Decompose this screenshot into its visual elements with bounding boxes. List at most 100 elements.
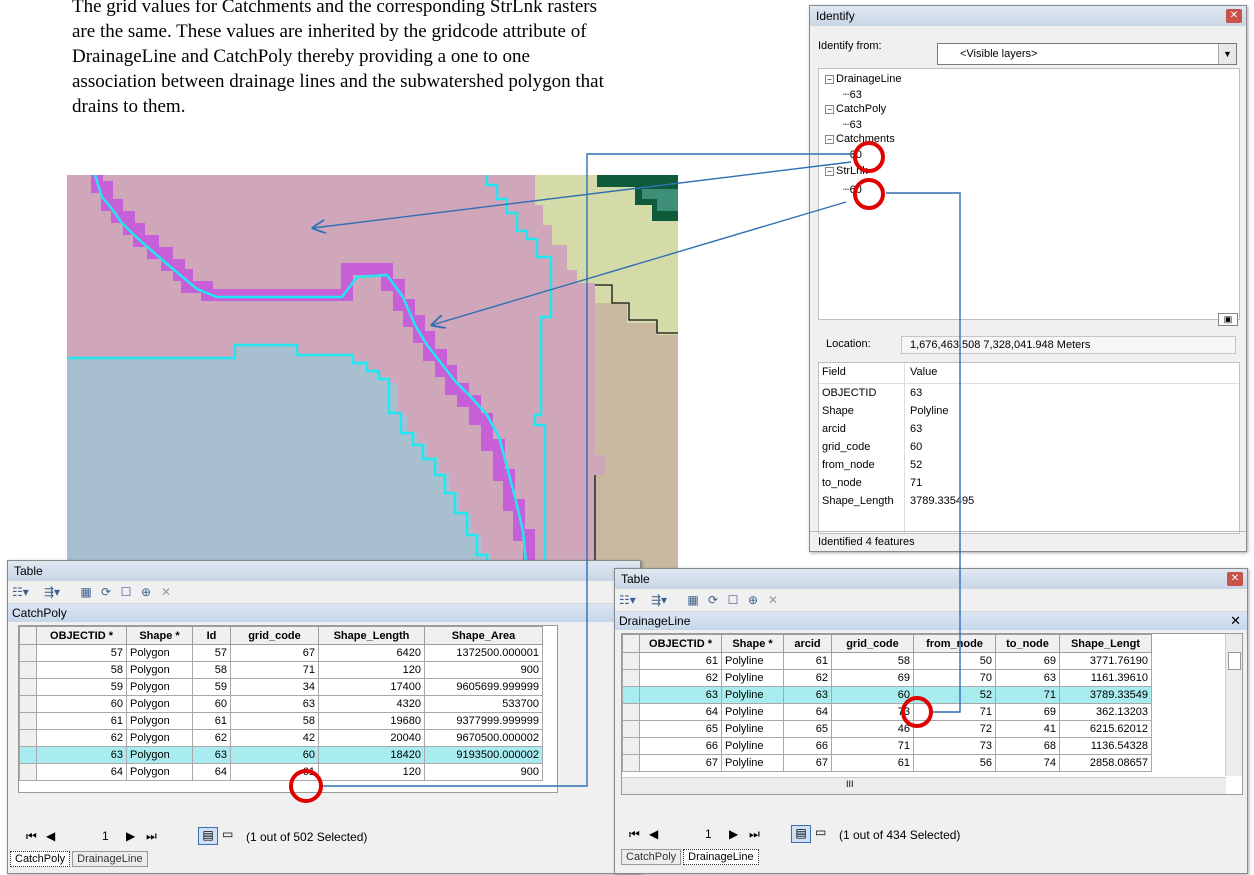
table-cell[interactable]: 900 — [424, 763, 543, 781]
table-cell[interactable]: 56 — [913, 754, 996, 772]
table-cell[interactable]: 74 — [995, 754, 1060, 772]
table-cell[interactable]: Polygon — [126, 644, 193, 662]
column-header[interactable]: OBJECTID * — [36, 626, 127, 645]
table-cell[interactable]: 68 — [995, 737, 1060, 755]
table-cell[interactable]: 1161.39610 — [1059, 669, 1152, 687]
field-row[interactable]: Shape_Length 3789.335495 — [819, 492, 1239, 510]
table-cell[interactable]: 61 — [639, 652, 722, 670]
column-header[interactable]: grid_code — [230, 626, 319, 645]
table-cell[interactable]: Polygon — [126, 678, 193, 696]
table-cell[interactable]: 52 — [913, 686, 996, 704]
row-selector[interactable] — [622, 720, 640, 738]
table-titlebar[interactable]: Table — [8, 561, 640, 581]
tab-catchpoly[interactable]: CatchPoly — [621, 849, 682, 865]
field-row[interactable]: to_node 71 — [819, 474, 1239, 492]
previous-record-icon[interactable]: ◀ — [46, 829, 55, 843]
column-header[interactable]: Shape * — [721, 634, 784, 653]
table-cell[interactable]: 42 — [230, 729, 319, 747]
table-options-icon[interactable]: ☷▾ — [12, 585, 29, 599]
field-row[interactable]: Shape Polyline — [819, 402, 1239, 420]
row-selector[interactable] — [622, 686, 640, 704]
next-record-icon[interactable]: ▶ — [729, 827, 738, 841]
switch-selection-icon[interactable]: ⟳ — [705, 593, 721, 607]
select-by-attributes-icon[interactable]: ▦ — [685, 593, 701, 607]
table-cell[interactable]: 65 — [783, 720, 832, 738]
switch-selection-icon[interactable]: ⟳ — [98, 585, 114, 599]
field-row[interactable]: from_node 52 — [819, 456, 1239, 474]
tab-drainageline[interactable]: DrainageLine — [683, 849, 759, 865]
table-row[interactable]: 62 Polyline 62 69 70 63 1161.39610 — [622, 669, 1152, 687]
column-header[interactable]: Shape * — [126, 626, 193, 645]
first-record-icon[interactable]: ⏮ — [629, 827, 640, 842]
identify-titlebar[interactable]: Identify ✕ — [810, 6, 1246, 26]
table-row[interactable]: 67 Polyline 67 61 56 74 2858.08657 — [622, 754, 1152, 772]
table-cell[interactable]: Polygon — [126, 661, 193, 679]
table-cell[interactable]: Polygon — [126, 695, 193, 713]
map-view[interactable] — [67, 175, 678, 615]
table-cell[interactable]: 120 — [318, 661, 425, 679]
table-row[interactable]: 60 Polygon 60 63 4320 533700 — [19, 695, 543, 713]
table-row[interactable]: 64 Polyline 64 73 71 69 362.13203 — [622, 703, 1152, 721]
last-record-icon[interactable]: ⏭ — [146, 829, 157, 844]
field-row[interactable]: arcid 63 — [819, 420, 1239, 438]
tab-drainageline[interactable]: DrainageLine — [72, 851, 148, 867]
table-cell[interactable]: 61 — [36, 712, 127, 730]
table-cell[interactable]: 34 — [230, 678, 319, 696]
table-cell[interactable]: 67 — [783, 754, 832, 772]
delete-selected-icon[interactable]: ✕ — [158, 585, 174, 599]
table-cell[interactable]: 63 — [783, 686, 832, 704]
table-titlebar[interactable]: Table ✕ — [615, 569, 1247, 589]
table-row[interactable]: 61 Polygon 61 58 19680 9377999.999999 — [19, 712, 543, 730]
table-cell[interactable]: 9377999.999999 — [424, 712, 543, 730]
table-row[interactable]: 65 Polyline 65 46 72 41 6215.62012 — [622, 720, 1152, 738]
table-cell[interactable]: Polyline — [721, 652, 784, 670]
horizontal-scrollbar[interactable]: III — [622, 777, 1226, 794]
table-cell[interactable]: Polyline — [721, 703, 784, 721]
table-cell[interactable]: 63 — [639, 686, 722, 704]
table-cell[interactable]: 62 — [192, 729, 231, 747]
table-cell[interactable]: 61 — [831, 754, 914, 772]
table-cell[interactable]: 58 — [230, 712, 319, 730]
table-cell[interactable]: 63 — [36, 746, 127, 764]
select-by-attributes-icon[interactable]: ▦ — [78, 585, 94, 599]
collapse-icon[interactable]: − — [825, 134, 834, 144]
column-header[interactable]: to_node — [995, 634, 1060, 653]
column-header[interactable]: OBJECTID * — [639, 634, 722, 653]
row-selector[interactable] — [622, 703, 640, 721]
table-cell[interactable]: 62 — [783, 669, 832, 687]
table-cell[interactable]: 69 — [995, 703, 1060, 721]
table-cell[interactable]: 66 — [639, 737, 722, 755]
tree-feature[interactable]: ┈63 — [843, 118, 862, 131]
table-cell[interactable]: 69 — [831, 669, 914, 687]
row-selector[interactable] — [19, 661, 37, 679]
table-cell[interactable]: 64 — [783, 703, 832, 721]
table-cell[interactable]: 3771.76190 — [1059, 652, 1152, 670]
table-cell[interactable]: 70 — [913, 669, 996, 687]
table-cell[interactable]: 60 — [36, 695, 127, 713]
first-record-icon[interactable]: ⏮ — [26, 829, 37, 844]
table-cell[interactable]: 57 — [36, 644, 127, 662]
tree-layer-strlnk[interactable]: − StrLnk — [825, 165, 868, 177]
scrollbar-thumb[interactable] — [1228, 652, 1241, 670]
table-cell[interactable]: 64 — [639, 703, 722, 721]
record-number[interactable]: 1 — [705, 827, 712, 841]
expand-icon[interactable]: ▣ — [1218, 313, 1238, 326]
table-cell[interactable]: 3789.33549 — [1059, 686, 1152, 704]
column-header[interactable]: arcid — [783, 634, 832, 653]
table-cell[interactable]: 18420 — [318, 746, 425, 764]
last-record-icon[interactable]: ⏭ — [749, 827, 760, 842]
table-cell[interactable]: 900 — [424, 661, 543, 679]
table-cell[interactable]: 9670500.000002 — [424, 729, 543, 747]
table-cell[interactable]: 59 — [192, 678, 231, 696]
table-options-icon[interactable]: ☷▾ — [619, 593, 636, 607]
row-selector[interactable] — [19, 746, 37, 764]
tree-layer-drainageline[interactable]: − DrainageLine — [825, 73, 901, 85]
table-cell[interactable]: 4320 — [318, 695, 425, 713]
table-row[interactable]: 61 Polyline 61 58 50 69 3771.76190 — [622, 652, 1152, 670]
attribute-table-grid[interactable]: OBJECTID * Shape * arcid grid_code from_… — [621, 633, 1243, 795]
table-cell[interactable]: 61 — [783, 652, 832, 670]
table-cell[interactable]: 71 — [913, 703, 996, 721]
table-cell[interactable]: Polygon — [126, 729, 193, 747]
table-cell[interactable]: 1372500.000001 — [424, 644, 543, 662]
table-cell[interactable]: 66 — [783, 737, 832, 755]
